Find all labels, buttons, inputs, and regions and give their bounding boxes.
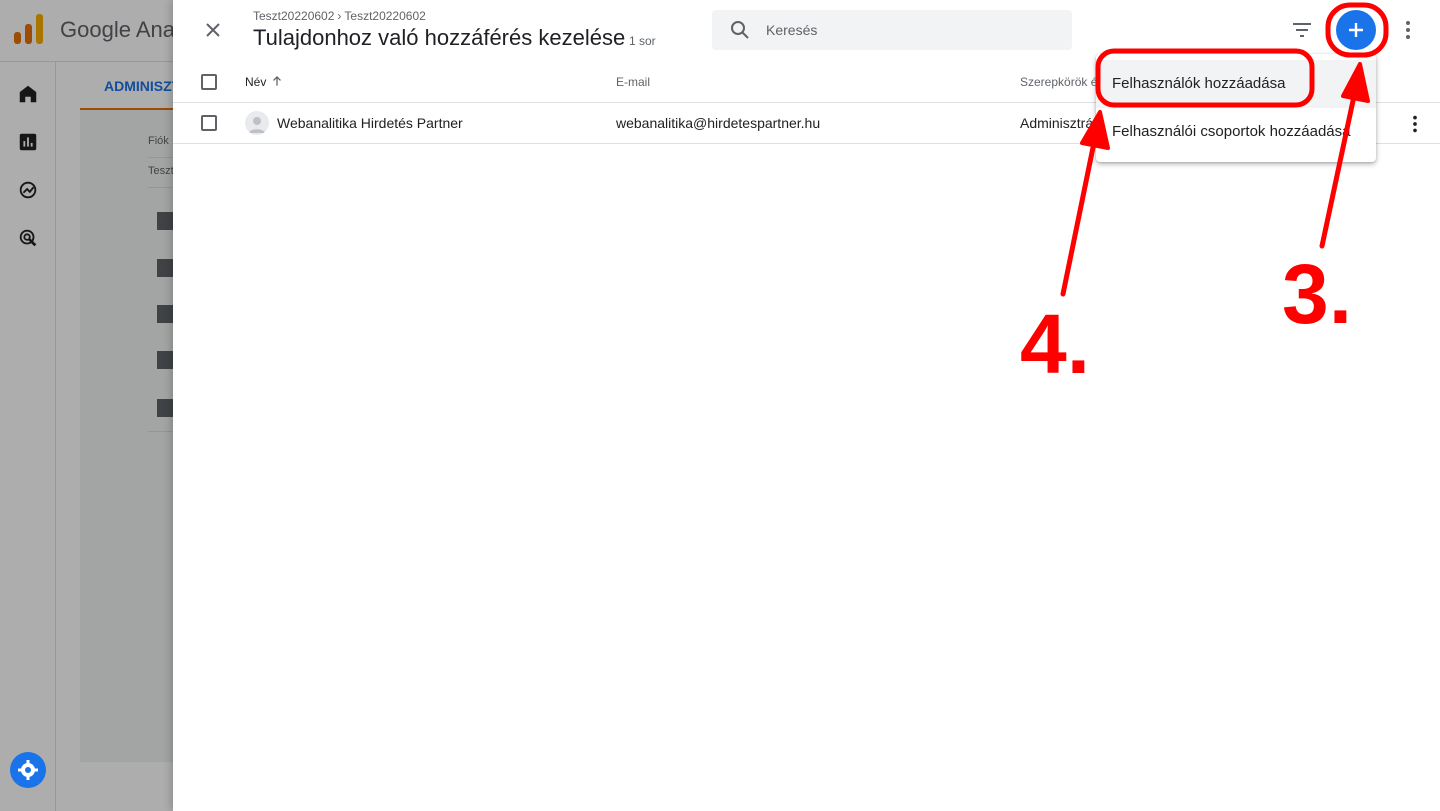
column-header-roles[interactable]: Szerepkörök é (1020, 75, 1097, 89)
row-checkbox[interactable] (201, 115, 217, 131)
more-vert-icon[interactable] (1396, 18, 1420, 42)
menu-item-add-users-label: Felhasználók hozzáadása (1112, 75, 1286, 92)
breadcrumb-property[interactable]: Teszt20220602 (344, 9, 425, 23)
settings-icon (18, 760, 38, 780)
add-icon (1349, 23, 1363, 37)
search-input[interactable] (766, 20, 1056, 40)
search-box[interactable] (712, 10, 1072, 50)
user-role: Adminisztrá (1020, 115, 1094, 131)
add-button[interactable] (1336, 10, 1376, 50)
filter-icon[interactable] (1290, 18, 1314, 42)
user-email: webanalitika@hirdetespartner.hu (616, 115, 821, 131)
menu-item-add-user-groups-label: Felhasználói csoportok hozzáadása (1112, 123, 1351, 140)
menu-item-add-user-groups[interactable]: Felhasználói csoportok hozzáadása (1096, 108, 1376, 156)
settings-button[interactable] (10, 752, 46, 788)
search-icon (731, 21, 749, 39)
user-name: Webanalitika Hirdetés Partner (277, 115, 463, 131)
page-title: Tulajdonhoz való hozzáférés kezelése (253, 25, 626, 50)
row-count: 1 sor (629, 34, 656, 48)
breadcrumb-separator: › (337, 9, 342, 23)
select-all-checkbox[interactable] (201, 74, 217, 90)
breadcrumb-account[interactable]: Teszt20220602 (253, 9, 334, 23)
close-icon[interactable] (201, 18, 225, 42)
menu-item-add-users[interactable]: Felhasználók hozzáadása (1096, 60, 1376, 108)
breadcrumb: Teszt20220602 › Teszt20220602 (253, 9, 426, 23)
add-menu: Felhasználók hozzáadása Felhasználói cso… (1096, 54, 1376, 162)
column-header-email[interactable]: E-mail (616, 75, 650, 89)
sort-arrow-up-icon[interactable] (270, 74, 284, 88)
avatar-icon (245, 111, 269, 135)
row-more-vert-icon[interactable] (1404, 113, 1426, 135)
column-header-name[interactable]: Név (245, 75, 266, 89)
